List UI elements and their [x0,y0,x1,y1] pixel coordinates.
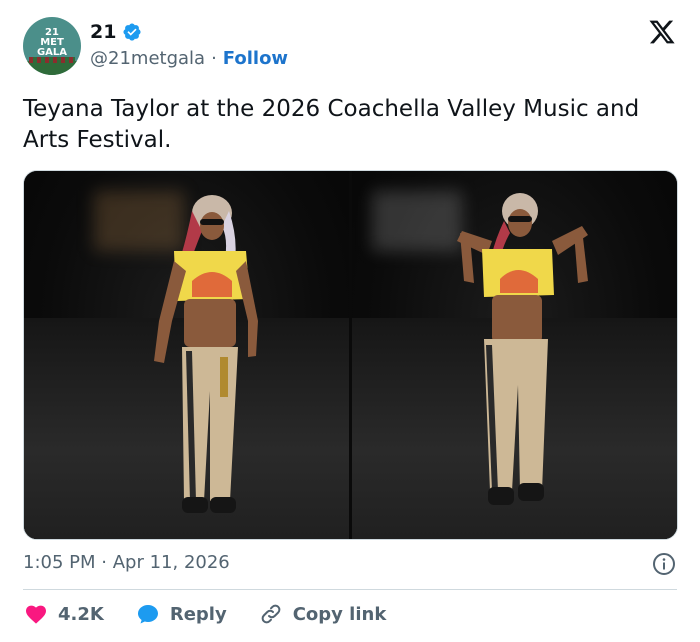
photo-1[interactable] [24,171,349,539]
tweet-date: Apr 11, 2026 [112,552,230,573]
separator-dot: · [211,48,217,69]
photo-2[interactable] [352,171,677,539]
copy-link-button[interactable]: Copy link [259,602,387,626]
tweet-text: Teyana Taylor at the 2026 Coachella Vall… [23,96,640,153]
follow-button[interactable]: Follow [223,48,288,69]
x-logo-icon[interactable] [648,18,676,46]
reply-bubble-icon [137,605,158,624]
action-bar: 4.2K Reply Copy link [24,602,418,626]
link-icon [261,604,281,624]
separator-dot: · [101,552,107,573]
reply-label: Reply [169,603,227,625]
handle-row: @21metgala · Follow [90,48,288,69]
tweet-time: 1:05 PM [23,552,96,573]
like-count: 4.2K [58,603,104,625]
reply-button[interactable]: Reply [136,602,227,626]
divider [23,589,677,590]
handle[interactable]: @21metgala [90,48,205,69]
author-name-row: 21 [90,21,142,43]
avatar-decoration [23,57,81,75]
media-grid [23,170,678,540]
like-button[interactable]: 4.2K [24,602,104,626]
avatar-text: 21 MET GALA [36,27,68,58]
timestamp[interactable]: 1:05 PM · Apr 11, 2026 [23,552,230,573]
info-icon[interactable] [652,552,676,576]
display-name[interactable]: 21 [90,21,116,43]
person-figure-2 [457,193,588,505]
person-figure-1 [154,195,258,513]
heart-icon [26,605,46,624]
avatar[interactable]: 21 MET GALA [23,17,81,75]
tweet-card: 21 MET GALA 21 @21metgala · Follow Teyan… [0,0,700,642]
verified-badge-icon [123,23,141,41]
copy-link-label: Copy link [292,603,387,625]
